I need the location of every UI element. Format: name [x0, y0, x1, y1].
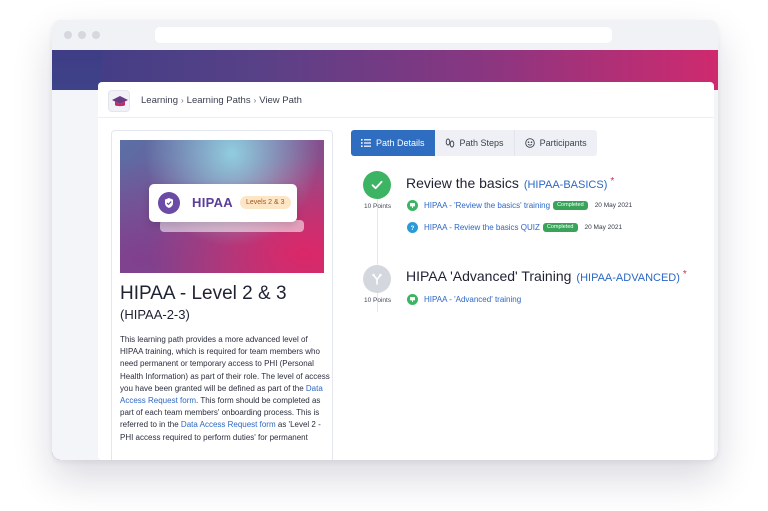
main-card: Learning › Learning Paths › View Path HI… [98, 82, 714, 460]
item-label: HIPAA - 'Review the basics' training [424, 201, 551, 210]
window-maximize-dot[interactable] [92, 31, 100, 39]
tab-participants[interactable]: Participants [515, 130, 597, 156]
completion-date: 20 May 2021 [584, 224, 623, 231]
course-description: This learning path provides a more advan… [120, 334, 330, 444]
browser-chrome [52, 20, 718, 50]
list-item[interactable]: ? HIPAA - Review the basics QUIZ Complet… [407, 222, 622, 233]
graduation-cap-icon [112, 96, 128, 107]
app-logo[interactable] [108, 90, 130, 112]
chevron-right-icon: › [180, 96, 184, 105]
completion-date: 20 May 2021 [594, 202, 633, 209]
training-icon [407, 200, 418, 211]
breadcrumb-learning[interactable]: Learning [141, 95, 178, 106]
training-icon [407, 294, 418, 305]
step-title[interactable]: Review the basics (HIPAA-BASICS) * [406, 175, 614, 191]
step-name: HIPAA 'Advanced' Training [406, 268, 572, 284]
branch-icon [372, 273, 382, 285]
timeline-line [377, 196, 378, 312]
tab-label: Participants [539, 138, 587, 148]
shield-check-icon [158, 192, 180, 214]
required-marker: * [610, 176, 615, 187]
badge-levels: Levels 2 & 3 [240, 196, 291, 209]
step-completed-indicator [363, 171, 391, 199]
window-minimize-dot[interactable] [78, 31, 86, 39]
footsteps-icon [445, 138, 454, 148]
breadcrumb: Learning › Learning Paths › View Path [141, 95, 302, 106]
participants-icon [524, 138, 535, 148]
description-text: This learning path provides a more advan… [120, 335, 330, 393]
path-tabs: Path Details Path Steps Participants [351, 130, 597, 156]
badge-title: HIPAA [192, 195, 233, 210]
svg-text:?: ? [411, 226, 415, 231]
tab-label: Path Steps [459, 138, 504, 148]
course-badge: HIPAA Levels 2 & 3 [149, 184, 297, 222]
status-badge: Completed [542, 223, 578, 232]
status-badge: Completed [553, 201, 588, 210]
tab-path-steps[interactable]: Path Steps [435, 130, 515, 156]
step-points: 10 Points [364, 203, 392, 210]
step-code: (HIPAA-BASICS) [523, 179, 608, 191]
checkmark-icon [371, 180, 383, 190]
tab-path-details[interactable]: Path Details [351, 130, 435, 156]
tab-label: Path Details [376, 138, 425, 148]
list-item[interactable]: HIPAA - 'Review the basics' training Com… [407, 200, 632, 211]
list-item[interactable]: HIPAA - 'Advanced' training [407, 294, 521, 305]
required-marker: * [682, 269, 687, 280]
item-label: HIPAA - Review the basics QUIZ [424, 223, 540, 232]
step-name: Review the basics [406, 175, 519, 191]
quiz-icon: ? [407, 222, 418, 233]
breadcrumb-learning-paths[interactable]: Learning Paths [187, 95, 251, 106]
step-pending-indicator [363, 265, 391, 293]
browser-window: Learning › Learning Paths › View Path HI… [52, 20, 718, 460]
top-bar: Learning › Learning Paths › View Path [98, 82, 714, 118]
course-title: HIPAA - Level 2 & 3 [120, 283, 287, 304]
list-icon [361, 139, 371, 147]
window-close-dot[interactable] [64, 31, 72, 39]
data-access-request-link-2[interactable]: Data Access Request form [181, 420, 276, 429]
step-points: 10 Points [364, 297, 392, 304]
chevron-right-icon: › [253, 96, 257, 105]
step-code: (HIPAA-ADVANCED) [576, 272, 680, 284]
course-code: (HIPAA-2-3) [120, 307, 190, 322]
step-title[interactable]: HIPAA 'Advanced' Training (HIPAA-ADVANCE… [406, 268, 687, 284]
course-panel: HIPAA Levels 2 & 3 HIPAA - Level 2 & 3 (… [111, 130, 333, 460]
address-bar[interactable] [155, 27, 612, 43]
breadcrumb-view-path: View Path [259, 95, 302, 106]
course-cover-image: HIPAA Levels 2 & 3 [120, 140, 324, 273]
item-label: HIPAA - 'Advanced' training [424, 295, 522, 304]
